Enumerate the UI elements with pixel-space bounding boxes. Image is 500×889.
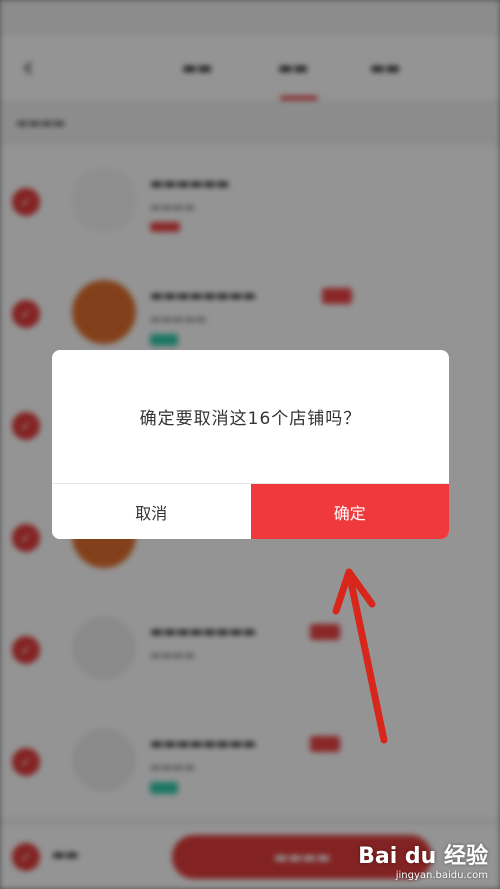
watermark: Bai du 经验 jingyan.baidu.com xyxy=(358,838,488,881)
watermark-brand: Bai du 经验 xyxy=(358,844,488,869)
dialog-message: 确定要取消这16个店铺吗？ xyxy=(139,409,362,429)
confirm-dialog: 确定要取消这16个店铺吗？ 取消 确定 xyxy=(52,350,449,539)
cancel-button[interactable]: 取消 xyxy=(52,484,251,539)
watermark-url: jingyan.baidu.com xyxy=(395,870,488,881)
dialog-buttons: 取消 确定 xyxy=(52,483,449,539)
confirm-button[interactable]: 确定 xyxy=(250,484,449,539)
